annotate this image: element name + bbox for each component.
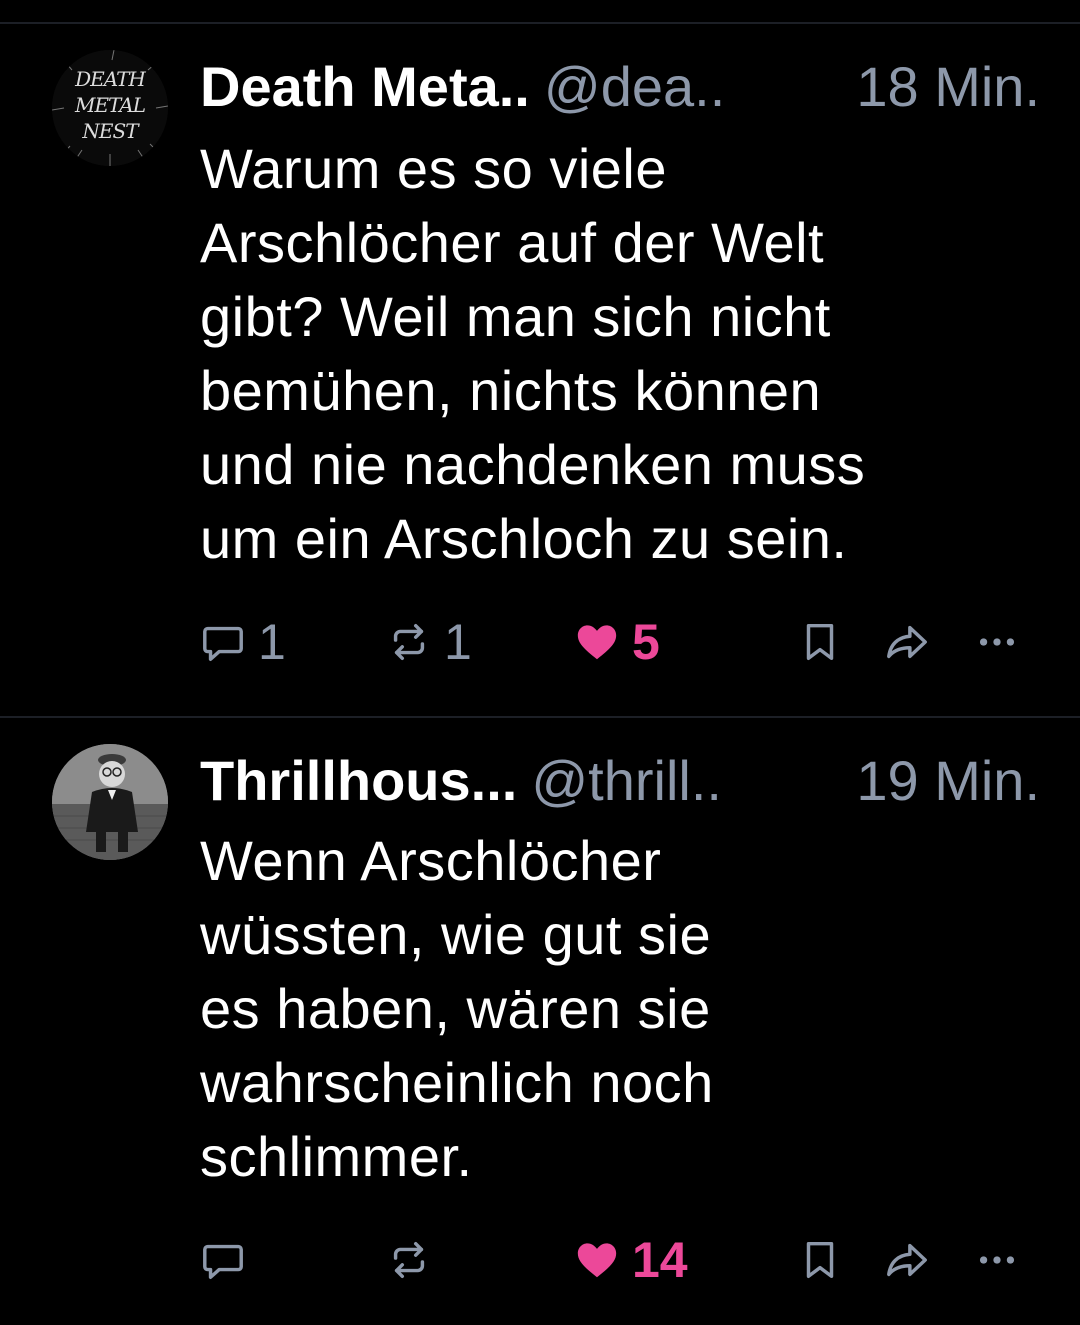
- post-text-line: wahrscheinlich noch: [200, 1051, 714, 1114]
- post-timestamp[interactable]: 18 Min.: [856, 52, 1040, 122]
- post-text-line: wüssten, wie gut sie: [200, 903, 712, 966]
- bookmark-button[interactable]: [797, 607, 843, 677]
- repost-button[interactable]: 1: [386, 607, 472, 677]
- more-options-button[interactable]: [974, 607, 1020, 677]
- post-actions: 14: [0, 1225, 1080, 1295]
- avatar[interactable]: DEATH METAL NEST: [52, 50, 168, 166]
- speech-bubble-icon: [203, 1244, 243, 1279]
- reply-button[interactable]: 1: [200, 607, 286, 677]
- bookmark-icon: [806, 1241, 834, 1279]
- post-text-line: Warum es so viele: [200, 137, 667, 200]
- svg-text:METAL: METAL: [74, 93, 146, 117]
- post-text-line: bemühen, nichts können: [200, 359, 822, 422]
- ellipsis-icon: [979, 1256, 1015, 1264]
- feed: DEATH METAL NEST Death Meta.. @dea.. 18 M…: [0, 0, 1080, 1325]
- repost-count: 1: [444, 614, 472, 670]
- post-text-line: es haben, wären sie: [200, 977, 711, 1040]
- post-actions: 1 1 5: [0, 607, 1080, 677]
- user-avatar-image: [52, 744, 168, 860]
- heart-icon: [577, 625, 617, 660]
- divider: [0, 716, 1080, 718]
- share-arrow-icon: [887, 1243, 927, 1277]
- share-button[interactable]: [884, 607, 930, 677]
- post-text-line: um ein Arschloch zu sein.: [200, 507, 848, 570]
- post-text-line: gibt? Weil man sich nicht: [200, 285, 831, 348]
- post-text: Wenn Arschlöcher wüssten, wie gut sie es…: [200, 824, 1040, 1194]
- more-options-button[interactable]: [974, 1225, 1020, 1295]
- like-button[interactable]: 14: [574, 1225, 688, 1295]
- author-handle[interactable]: @thrill..: [531, 749, 722, 812]
- author-name[interactable]: Death Meta..: [200, 55, 530, 118]
- svg-text:DEATH: DEATH: [74, 67, 146, 91]
- post-timestamp[interactable]: 19 Min.: [856, 746, 1040, 816]
- like-button[interactable]: 5: [574, 607, 660, 677]
- death-metal-nest-logo: DEATH METAL NEST: [52, 50, 168, 166]
- post-header: Thrillhous... @thrill.. 19 Min.: [200, 746, 1040, 816]
- post-text-line: und nie nachdenken muss: [200, 433, 866, 496]
- like-count: 5: [632, 614, 660, 670]
- share-button[interactable]: [884, 1225, 930, 1295]
- repost-button[interactable]: [386, 1225, 444, 1295]
- divider: [0, 22, 1080, 24]
- like-count: 14: [632, 1232, 688, 1288]
- bookmark-button[interactable]: [797, 1225, 843, 1295]
- repost-arrows-icon: [393, 623, 425, 661]
- reply-button[interactable]: [200, 1225, 258, 1295]
- avatar[interactable]: [52, 744, 168, 860]
- repost-arrows-icon: [393, 1241, 425, 1279]
- reply-count: 1: [258, 614, 286, 670]
- bookmark-icon: [806, 623, 834, 661]
- svg-text:NEST: NEST: [81, 119, 140, 143]
- post-text-line: schlimmer.: [200, 1125, 473, 1188]
- post-text-line: Wenn Arschlöcher: [200, 829, 662, 892]
- ellipsis-icon: [979, 638, 1015, 646]
- post-text-line: Arschlöcher auf der Welt: [200, 211, 825, 274]
- share-arrow-icon: [887, 625, 927, 659]
- post-text: Warum es so viele Arschlöcher auf der We…: [200, 132, 1040, 576]
- speech-bubble-icon: [203, 626, 243, 661]
- post-header: Death Meta.. @dea.. 18 Min.: [200, 52, 1040, 122]
- heart-icon: [577, 1243, 617, 1278]
- author-name[interactable]: Thrillhous...: [200, 749, 517, 812]
- author-handle[interactable]: @dea..: [544, 55, 725, 118]
